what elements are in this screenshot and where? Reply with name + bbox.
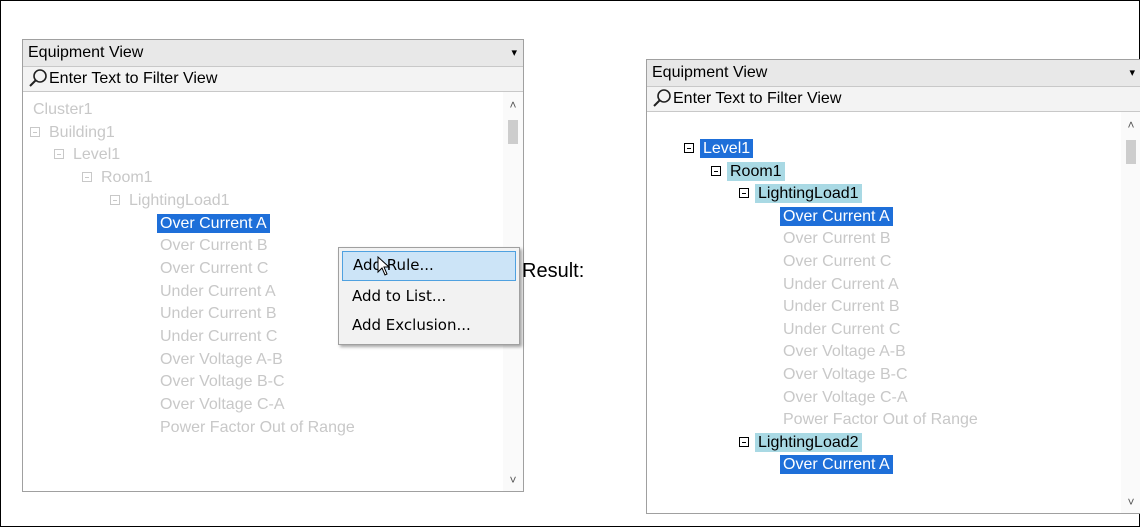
tree-node-label: Over Current A bbox=[780, 206, 893, 226]
tree-node-label: Room1 bbox=[727, 161, 785, 181]
context-menu: Add Rule... Add to List... Add Exclusion… bbox=[338, 247, 520, 345]
view-selector-value: Equipment View bbox=[652, 64, 768, 81]
right-equipment-panel: Equipment View ▾ Enter Text to Filter Vi… bbox=[646, 59, 1140, 514]
tree-node-label: Over Current A bbox=[780, 455, 893, 475]
tree-node[interactable]: Over Current A bbox=[780, 454, 893, 476]
tree-node-label: Over Current B bbox=[160, 237, 268, 255]
tree-node-label: Under Current B bbox=[160, 305, 277, 323]
view-selector-value: Equipment View bbox=[28, 44, 144, 61]
equipment-tree[interactable]: Level1 Room1 LightingLoad1 Over Current A Ov… bbox=[647, 112, 1121, 513]
tree-node[interactable]: Over Voltage C-A bbox=[157, 394, 288, 416]
tree-node-label: Under Current C bbox=[783, 320, 901, 338]
tree-node-label: Level1 bbox=[73, 146, 121, 164]
tree-node-label: Over Current B bbox=[783, 230, 891, 248]
tree-node-label: LightingLoad1 bbox=[129, 191, 230, 209]
filter-input[interactable]: Enter Text to Filter View bbox=[23, 67, 523, 92]
chevron-down-icon[interactable]: ▾ bbox=[511, 40, 517, 66]
tree-node[interactable]: Over Current A bbox=[780, 206, 893, 228]
tree-node[interactable]: Power Factor Out of Range bbox=[780, 409, 981, 431]
tree-node[interactable]: Over Current B bbox=[780, 228, 894, 250]
tree-node-label: Under Current B bbox=[783, 298, 900, 316]
tree-node[interactable]: Over Current B bbox=[157, 235, 271, 257]
scroll-down-icon[interactable]: ˅ bbox=[1121, 493, 1140, 511]
add-to-list-menu-item[interactable]: Add to List... bbox=[342, 282, 516, 310]
view-selector[interactable]: Equipment View ▾ bbox=[647, 60, 1140, 87]
tree-node-label: Under Current A bbox=[783, 275, 899, 293]
collapse-icon[interactable] bbox=[739, 436, 749, 447]
collapse-icon[interactable] bbox=[82, 172, 92, 183]
tree-node[interactable]: Under Current B bbox=[157, 303, 280, 325]
tree-node[interactable]: LightingLoad1 bbox=[739, 183, 862, 205]
tree-node[interactable]: Room1 bbox=[82, 167, 156, 189]
tree-node-label: Under Current C bbox=[160, 328, 278, 345]
tree-node-label: Over Voltage C-A bbox=[160, 396, 285, 414]
tree-node-label: Over Voltage C-A bbox=[783, 388, 908, 406]
scrollbar-thumb[interactable] bbox=[1126, 140, 1136, 164]
tree-node[interactable]: Cluster1 bbox=[30, 99, 96, 121]
filter-input[interactable]: Enter Text to Filter View bbox=[647, 87, 1140, 112]
tree-node[interactable]: Over Current A bbox=[157, 213, 270, 235]
tree-node-label: LightingLoad1 bbox=[755, 184, 862, 204]
tree-node[interactable]: Over Voltage C-A bbox=[780, 387, 911, 409]
collapse-icon[interactable] bbox=[30, 126, 40, 137]
tree-node-label: Over Voltage B-C bbox=[783, 366, 908, 383]
tree-node[interactable]: Power Factor Out of Range bbox=[157, 417, 358, 439]
tree-node-label: Over Voltage B-C bbox=[160, 373, 285, 391]
tree-node-label: Under Current A bbox=[160, 282, 276, 300]
scroll-down-icon[interactable]: ˅ bbox=[503, 471, 523, 489]
tree-node[interactable]: Under Current C bbox=[780, 319, 903, 341]
scroll-up-icon[interactable]: ˄ bbox=[503, 96, 523, 114]
filter-placeholder: Enter Text to Filter View bbox=[49, 70, 218, 87]
tree-node[interactable]: Building1 bbox=[30, 122, 118, 144]
result-label: Result: bbox=[522, 260, 585, 282]
tree-node[interactable]: Under Current A bbox=[157, 281, 279, 303]
chevron-down-icon[interactable]: ▾ bbox=[1129, 60, 1135, 86]
tree-node[interactable]: Under Current B bbox=[780, 296, 903, 318]
filter-placeholder: Enter Text to Filter View bbox=[673, 90, 842, 107]
tree-node[interactable]: Over Voltage A-B bbox=[157, 349, 286, 371]
scroll-up-icon[interactable]: ˄ bbox=[1121, 116, 1140, 134]
tree-node[interactable]: Over Voltage B-C bbox=[157, 371, 288, 393]
tree-node[interactable]: Under Current A bbox=[780, 274, 902, 296]
tree-node[interactable]: Over Voltage B-C bbox=[780, 364, 911, 386]
tree-node-label: Over Current A bbox=[157, 213, 270, 233]
tree-node[interactable]: Over Current C bbox=[780, 251, 894, 273]
tree-node-label: Over Voltage A-B bbox=[783, 343, 906, 361]
pointer-arrow-icon bbox=[377, 256, 391, 276]
tree-node[interactable]: Over Current C bbox=[157, 258, 271, 280]
collapse-icon[interactable] bbox=[739, 188, 749, 199]
tree-node-label: Room1 bbox=[101, 169, 153, 187]
tree-node-label: Power Factor Out of Range bbox=[783, 411, 978, 429]
search-icon bbox=[653, 89, 671, 107]
tree-node-label: LightingLoad2 bbox=[755, 432, 862, 452]
tree-node[interactable]: Over Voltage A-B bbox=[780, 341, 909, 363]
tree-node-label: Over Current C bbox=[160, 259, 269, 277]
tree-node[interactable]: LightingLoad2 bbox=[739, 432, 862, 454]
tree-node[interactable]: Under Current C bbox=[157, 326, 280, 348]
collapse-icon[interactable] bbox=[54, 149, 64, 160]
collapse-icon[interactable] bbox=[684, 143, 694, 153]
add-exclusion-menu-item[interactable]: Add Exclusion... bbox=[342, 311, 516, 339]
tree-node[interactable]: Level1 bbox=[54, 144, 123, 166]
tree-node-label: Cluster1 bbox=[33, 101, 93, 118]
tree-node[interactable]: LightingLoad1 bbox=[110, 190, 233, 212]
search-icon bbox=[29, 69, 47, 87]
tree-node-label: Power Factor Out of Range bbox=[160, 418, 355, 436]
scrollbar-thumb[interactable] bbox=[508, 120, 518, 144]
tree-node[interactable]: Level1 bbox=[684, 138, 754, 160]
tree-node[interactable]: Room1 bbox=[711, 161, 785, 183]
figure-frame: Equipment View ▾ Enter Text to Filter Vi… bbox=[0, 0, 1140, 527]
collapse-icon[interactable] bbox=[711, 165, 721, 176]
tree-node-label: Building1 bbox=[49, 123, 115, 141]
tree-node-label: Over Voltage A-B bbox=[160, 350, 283, 368]
tree-node-label: Level1 bbox=[700, 139, 754, 158]
tree-node-label: Over Current C bbox=[783, 253, 892, 270]
collapse-icon[interactable] bbox=[110, 194, 120, 205]
add-rule-menu-item[interactable]: Add Rule... bbox=[342, 251, 516, 281]
vertical-scrollbar[interactable]: ˄ ˅ bbox=[1121, 112, 1140, 513]
view-selector[interactable]: Equipment View ▾ bbox=[23, 40, 523, 67]
